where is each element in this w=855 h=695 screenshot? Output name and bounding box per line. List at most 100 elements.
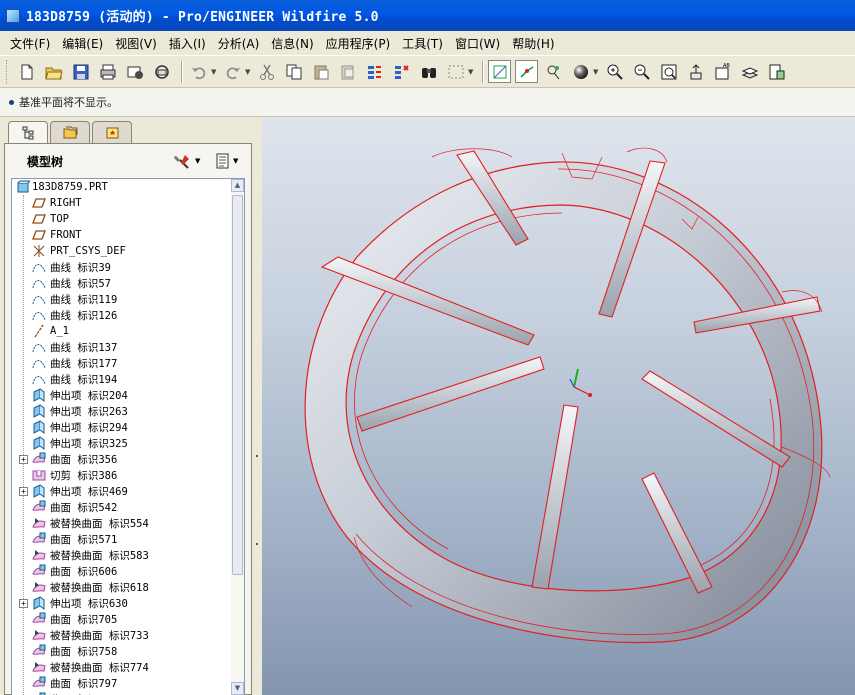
copy-icon[interactable] xyxy=(282,60,305,83)
tree-scrollbar[interactable]: ▲ ▼ xyxy=(231,179,244,695)
redo-dropdown-icon[interactable]: ▼ xyxy=(245,68,251,76)
tree-show-button[interactable]: ▼ xyxy=(215,152,245,170)
tree-item[interactable]: 被替换曲面 标识618 xyxy=(12,579,232,595)
tree-item[interactable]: 伸出项 标识325 xyxy=(12,435,232,451)
tree-item[interactable]: 被替换曲面 标识554 xyxy=(12,515,232,531)
model-viewport[interactable] xyxy=(262,117,855,695)
menu-insert[interactable]: 插入(I) xyxy=(163,35,212,52)
scroll-down-icon[interactable]: ▼ xyxy=(231,682,244,695)
tree-item[interactable]: 曲线 标识177 xyxy=(12,355,232,371)
replace-surface-icon xyxy=(32,516,46,530)
tree-item[interactable]: 被替换曲面 标识733 xyxy=(12,627,232,643)
tree-item[interactable]: 曲线 标识137 xyxy=(12,339,232,355)
tree-item[interactable]: 曲面 标识 xyxy=(12,691,232,695)
menu-info[interactable]: 信息(N) xyxy=(265,35,319,52)
regenerate-icon[interactable] xyxy=(363,60,386,83)
mail-icon[interactable] xyxy=(150,60,173,83)
model-tree: 183D8759.PRT RIGHT TOP FRONT PRT_CSYS_DEF 曲线 … xyxy=(11,178,245,695)
tree-item[interactable]: + 曲面 标识356 xyxy=(12,451,232,467)
tree-settings-button[interactable]: ▼ xyxy=(173,152,203,170)
menu-tools[interactable]: 工具(T) xyxy=(396,35,449,52)
menu-applications[interactable]: 应用程序(P) xyxy=(320,35,397,52)
axis-display-icon[interactable] xyxy=(515,60,538,83)
layers-icon[interactable] xyxy=(738,60,761,83)
scroll-up-icon[interactable]: ▲ xyxy=(231,179,244,192)
tree-item[interactable]: 曲面 标识571 xyxy=(12,531,232,547)
surface-icon xyxy=(32,644,46,658)
paste-special-icon[interactable] xyxy=(336,60,359,83)
burner-ring-body xyxy=(304,161,823,644)
expand-icon[interactable]: + xyxy=(19,454,28,464)
tree-item[interactable]: 曲线 标识194 xyxy=(12,371,232,387)
plane-display-icon[interactable] xyxy=(488,60,511,83)
point-display-icon[interactable] xyxy=(542,60,565,83)
graphics-window[interactable] xyxy=(262,117,855,695)
print-icon[interactable] xyxy=(96,60,119,83)
tree-root-item[interactable]: 183D8759.PRT xyxy=(12,179,232,195)
menu-window[interactable]: 窗口(W) xyxy=(449,35,506,52)
tree-item[interactable]: PRT_CSYS_DEF xyxy=(12,243,232,259)
saved-views-icon[interactable]: AB xyxy=(711,60,734,83)
zoom-out-icon[interactable] xyxy=(630,60,653,83)
paste-icon[interactable] xyxy=(309,60,332,83)
toolbar-grip[interactable] xyxy=(6,59,9,84)
reorient-icon[interactable] xyxy=(684,60,707,83)
menu-analysis[interactable]: 分析(A) xyxy=(212,35,266,52)
tree-item[interactable]: 被替换曲面 标识774 xyxy=(12,659,232,675)
tree-item[interactable]: 曲面 标识758 xyxy=(12,643,232,659)
undo-icon[interactable] xyxy=(187,60,210,83)
redo-icon[interactable] xyxy=(221,60,244,83)
display-style-dropdown-icon[interactable]: ▼ xyxy=(593,68,599,76)
tree-item[interactable]: TOP xyxy=(12,211,232,227)
tree-item[interactable]: 曲线 标识126 xyxy=(12,307,232,323)
tree-item[interactable]: 曲线 标识57 xyxy=(12,275,232,291)
tree-item[interactable]: 曲面 标识542 xyxy=(12,499,232,515)
tree-item[interactable]: 曲面 标识705 xyxy=(12,611,232,627)
tree-item[interactable]: 曲面 标识606 xyxy=(12,563,232,579)
open-icon[interactable] xyxy=(42,60,65,83)
regen-manager-icon[interactable] xyxy=(390,60,413,83)
tree-item[interactable]: 曲面 标识797 xyxy=(12,675,232,691)
refit-icon[interactable] xyxy=(657,60,680,83)
tree-item[interactable]: 被替换曲面 标识583 xyxy=(12,547,232,563)
menu-view[interactable]: 视图(V) xyxy=(109,35,163,52)
select-dropdown-icon[interactable]: ▼ xyxy=(468,68,474,76)
tree-item[interactable]: + 伸出项 标识630 xyxy=(12,595,232,611)
navigator-tabs xyxy=(8,121,134,143)
tree-item[interactable]: 切剪 标识386 xyxy=(12,467,232,483)
zoom-in-icon[interactable] xyxy=(603,60,626,83)
tree-item[interactable]: 伸出项 标识263 xyxy=(12,403,232,419)
expand-icon[interactable]: + xyxy=(19,598,28,608)
tree-item[interactable]: FRONT xyxy=(12,227,232,243)
curve-icon xyxy=(32,356,46,370)
tree-item[interactable]: 伸出项 标识294 xyxy=(12,419,232,435)
menu-file[interactable]: 文件(F) xyxy=(4,35,56,52)
tree-item[interactable]: A_1 xyxy=(12,323,232,339)
send-icon[interactable] xyxy=(123,60,146,83)
appearance-icon[interactable] xyxy=(765,60,788,83)
model-tree-tab[interactable] xyxy=(8,121,48,143)
tree-item[interactable]: + 伸出项 标识469 xyxy=(12,483,232,499)
new-icon[interactable] xyxy=(15,60,38,83)
tree-item-label: 被替换曲面 标识618 xyxy=(50,581,149,594)
folder-browser-tab[interactable] xyxy=(50,121,90,143)
menu-help[interactable]: 帮助(H) xyxy=(506,35,560,52)
tree-item[interactable]: 曲线 标识39 xyxy=(12,259,232,275)
cut-icon[interactable] xyxy=(255,60,278,83)
save-icon[interactable] xyxy=(69,60,92,83)
favorites-tab[interactable] xyxy=(92,121,132,143)
scrollbar-thumb[interactable] xyxy=(232,195,243,575)
datum-plane-icon xyxy=(32,212,46,226)
shade-icon[interactable] xyxy=(569,60,592,83)
find-icon[interactable] xyxy=(417,60,440,83)
select-box-icon[interactable] xyxy=(444,60,467,83)
tree-item[interactable]: 伸出项 标识204 xyxy=(12,387,232,403)
tree-item[interactable]: 曲线 标识119 xyxy=(12,291,232,307)
menu-edit[interactable]: 编辑(E) xyxy=(56,35,109,52)
favorites-icon xyxy=(106,127,118,139)
tree-item[interactable]: RIGHT xyxy=(12,195,232,211)
panel-splitter[interactable] xyxy=(252,117,262,695)
toolbar-separator xyxy=(181,60,183,83)
undo-dropdown-icon[interactable]: ▼ xyxy=(211,68,217,76)
expand-icon[interactable]: + xyxy=(19,486,28,496)
